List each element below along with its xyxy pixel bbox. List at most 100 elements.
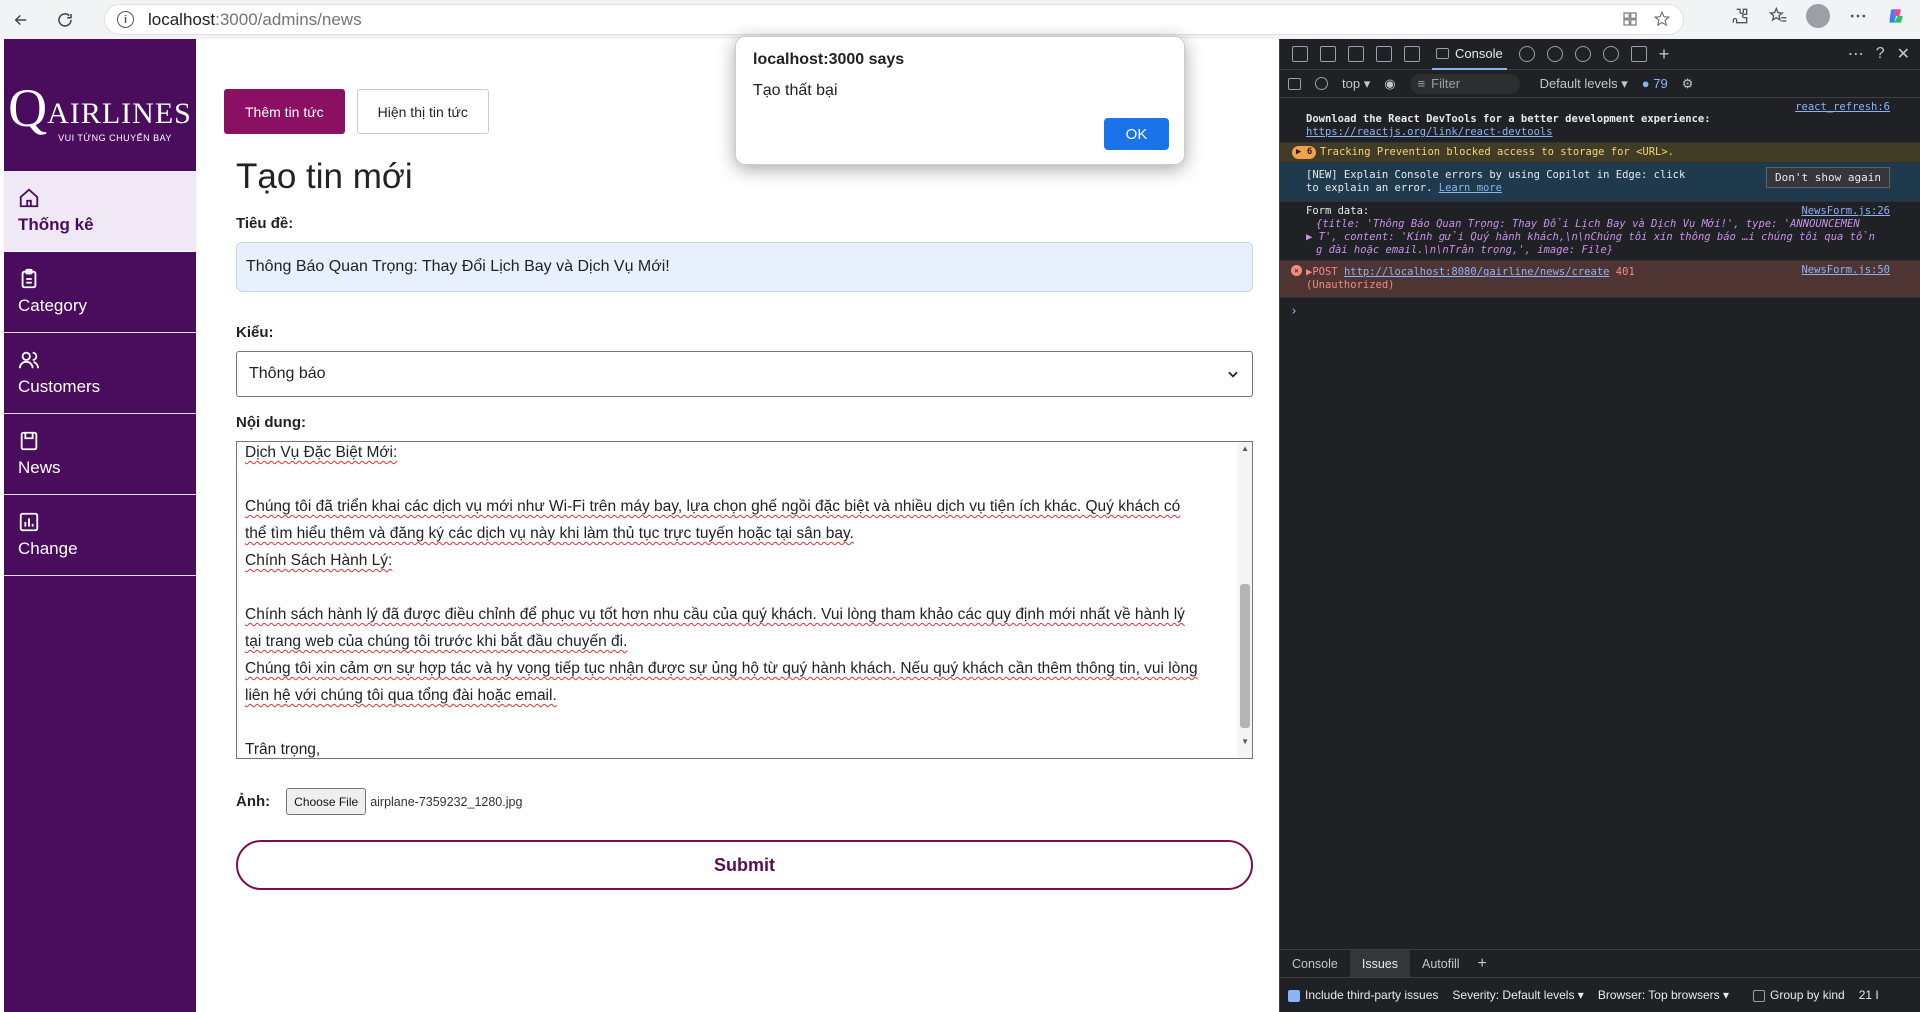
alert-dialog: localhost:3000 says Tạo thất bại OK <box>735 36 1185 165</box>
react-devtools-link[interactable]: https://reactjs.org/link/react-devtools <box>1306 126 1910 139</box>
type-select[interactable]: Thông báo <box>236 351 1253 397</box>
log-source-link[interactable]: react_refresh:6 <box>1795 101 1890 114</box>
sources-bug-icon[interactable] <box>1518 46 1535 62</box>
apps-icon[interactable] <box>1621 10 1639 28</box>
dont-show-again-button[interactable]: Don't show again <box>1766 167 1890 188</box>
settings-gear-icon[interactable] <box>1602 46 1619 62</box>
context-select[interactable]: top ▾ <box>1342 76 1370 92</box>
address-bar[interactable]: i localhost:3000/admins/news <box>104 4 1684 35</box>
log-error: ✕ NewsForm.js:50 ▶POST http://localhost:… <box>1280 261 1920 298</box>
device-toolbar-icon[interactable] <box>1320 46 1336 62</box>
logo-text: AIRLINES <box>47 97 192 130</box>
sidebar-item-news[interactable]: News <box>4 414 196 495</box>
console-settings-icon[interactable]: ⚙ <box>1682 76 1694 92</box>
sidebar-item-label: Category <box>18 296 87 315</box>
log-text: to explain an error. <box>1306 182 1433 194</box>
tab-console-label: Console <box>1455 45 1503 61</box>
application-icon[interactable] <box>1630 46 1647 62</box>
content-textarea[interactable]: Dịch Vụ Đặc Biệt Mới: Chúng tôi đã triển … <box>236 441 1253 759</box>
show-news-button[interactable]: Hiện thị tin tức <box>356 89 489 134</box>
alert-ok-button[interactable]: OK <box>1104 118 1169 150</box>
warning-count-badge: ▶ 6 <box>1292 146 1317 159</box>
content-line <box>245 574 1230 601</box>
help-icon[interactable]: ? <box>1876 45 1885 63</box>
more-menu-icon[interactable] <box>1848 6 1868 26</box>
star-icon[interactable] <box>1653 10 1671 28</box>
scroll-down-icon[interactable]: ▼ <box>1241 737 1249 746</box>
reload-icon[interactable] <box>50 5 80 35</box>
devtools-more-icon[interactable]: ⋯ <box>1848 44 1864 64</box>
issues-count[interactable]: ● 79 <box>1642 76 1668 91</box>
title-input[interactable]: Thông Báo Quan Trọng: Thay Đổi Lịch Bay … <box>236 242 1253 292</box>
sidebar-item-category[interactable]: Category <box>4 252 196 333</box>
drawer-tab-issues[interactable]: Issues <box>1349 949 1411 978</box>
log-text: Tracking Prevention blocked access to st… <box>1320 146 1675 158</box>
sidebar-toggle-icon[interactable] <box>1348 46 1364 62</box>
scroll-up-icon[interactable]: ▲ <box>1241 444 1249 453</box>
drawer-tab-console[interactable]: Console <box>1280 950 1350 978</box>
console-prompt[interactable]: › <box>1280 298 1920 325</box>
log-source-link[interactable]: NewsForm.js:50 <box>1801 264 1890 277</box>
drawer-tab-autofill[interactable]: Autofill <box>1410 950 1472 978</box>
choose-file-button[interactable]: Choose File <box>286 788 367 815</box>
profile-avatar[interactable] <box>1806 4 1830 28</box>
severity-select[interactable]: Severity: Default levels ▾ <box>1452 988 1583 1002</box>
network-icon[interactable] <box>1546 46 1563 62</box>
performance-icon[interactable] <box>1574 46 1591 62</box>
sidebar-item-label: News <box>18 458 61 477</box>
clear-console-icon[interactable] <box>1315 77 1328 90</box>
welcome-home-icon[interactable] <box>1376 46 1392 62</box>
news-tabs: Thêm tin tức Hiện thị tin tức <box>224 89 489 134</box>
type-label: Kiểu: <box>236 324 274 341</box>
filter-input[interactable]: ≡ Filter <box>1409 73 1520 94</box>
content-line <box>245 466 1230 493</box>
favorites-icon[interactable] <box>1768 6 1788 26</box>
tab-console[interactable]: Console <box>1432 39 1507 70</box>
status-code: 401 <box>1615 266 1635 278</box>
users-icon <box>18 351 40 369</box>
request-url-link[interactable]: http://localhost:8080/qairline/news/crea… <box>1344 266 1610 278</box>
log-object-line[interactable]: {title: 'Thông Báo Quan Trọng: Thay Đổi … <box>1306 218 1910 231</box>
log-form-data: NewsForm.js:26 Form data: {title: 'Thông… <box>1280 202 1920 261</box>
inspect-icon[interactable] <box>1292 46 1308 62</box>
extensions-icon[interactable] <box>1730 6 1750 26</box>
add-tool-icon[interactable]: + <box>1659 44 1670 65</box>
elements-icon[interactable] <box>1404 46 1420 62</box>
sidebar-item-customers[interactable]: Customers <box>4 333 196 414</box>
log-object-line[interactable]: g đài hoặc email.\n\nTrân trọng,', image… <box>1306 244 1910 257</box>
save-icon <box>20 431 38 451</box>
sidebar-item-label: Thống kê <box>18 215 94 234</box>
logo-letter: Q <box>8 78 48 138</box>
content-text: Dịch Vụ Đặc Biệt Mới: Chúng tôi đã triển … <box>245 442 1230 758</box>
content-line <box>245 709 1230 736</box>
log-source-link[interactable]: NewsForm.js:26 <box>1801 205 1890 218</box>
sidebar-item-change[interactable]: Change <box>4 495 196 576</box>
back-icon[interactable] <box>6 5 36 35</box>
console-sidebar-icon[interactable] <box>1288 77 1301 90</box>
content-line: Chính sách hành lý đã được điều chỉnh để… <box>245 606 1185 623</box>
log-object-line[interactable]: ▶ T', content: 'Kính gửi Quý hành khách,… <box>1306 231 1910 244</box>
page-title: Tạo tin mới <box>236 157 413 196</box>
airline-logo[interactable]: Q AIRLINES VUI TỪNG CHUYẾN BAY <box>4 39 196 171</box>
issues-toolbar: Include third-party issues Severity: Def… <box>1280 977 1920 1012</box>
submit-button[interactable]: Submit <box>236 840 1253 890</box>
learn-more-link[interactable]: Learn more <box>1439 182 1502 194</box>
scroll-thumb[interactable] <box>1240 584 1250 728</box>
add-drawer-tab-icon[interactable]: + <box>1478 955 1487 973</box>
copilot-icon[interactable] <box>1886 6 1906 26</box>
content-line: Chính Sách Hành Lý: <box>245 552 393 569</box>
levels-select[interactable]: Default levels ▾ <box>1540 76 1628 92</box>
textarea-scrollbar[interactable]: ▲ ▼ <box>1237 442 1252 758</box>
site-info-icon[interactable]: i <box>117 11 134 28</box>
browser-select[interactable]: Browser: Top browsers ▾ <box>1598 988 1729 1002</box>
filter-placeholder: Filter <box>1431 76 1461 91</box>
group-by-kind-checkbox[interactable]: Group by kind <box>1753 988 1845 1002</box>
add-news-button[interactable]: Thêm tin tức <box>224 89 345 134</box>
close-devtools-icon[interactable]: ✕ <box>1897 44 1910 64</box>
content-line: Trân trọng, <box>245 741 321 758</box>
clipboard-icon <box>21 268 37 289</box>
sidebar-item-statistics[interactable]: Thống kê <box>4 171 196 252</box>
third-party-checkbox[interactable]: Include third-party issues <box>1288 988 1438 1002</box>
eye-icon[interactable]: ◉ <box>1384 76 1395 92</box>
sidebar: Q AIRLINES VUI TỪNG CHUYẾN BAY Thống kê … <box>4 39 196 1012</box>
